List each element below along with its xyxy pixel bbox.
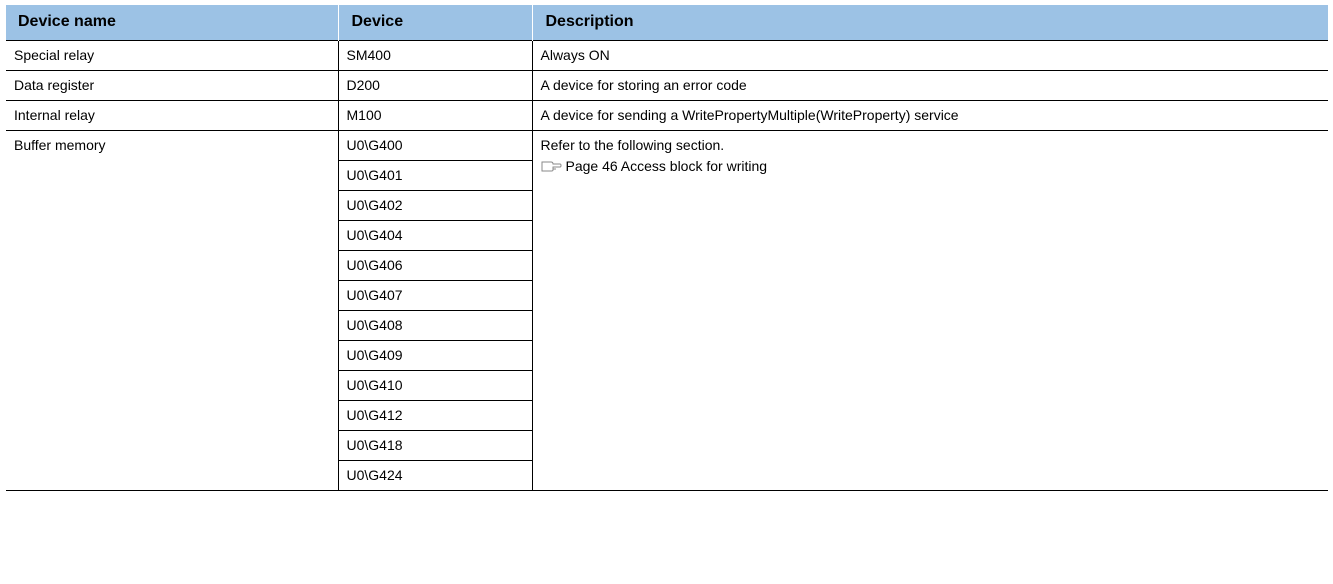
description-cell: Always ON <box>531 39 1328 71</box>
reference-intro: Refer to the following section. <box>540 136 725 153</box>
device-cell: U0\G402 <box>337 189 533 221</box>
device-cell: U0\G408 <box>337 309 533 341</box>
page-reference-icon <box>541 161 562 172</box>
device-cell: D200 <box>337 69 533 101</box>
device-name-cell: Internal relay <box>6 99 339 131</box>
table-row: Data register D200 A device for storing … <box>6 69 1328 101</box>
table-row: Special relay SM400 Always ON <box>6 39 1328 71</box>
device-cell: U0\G400 <box>337 129 533 161</box>
header-device: Device <box>337 5 533 40</box>
device-cell: SM400 <box>337 39 533 71</box>
header-description: Description <box>531 5 1329 40</box>
device-cell: M100 <box>337 99 533 131</box>
device-cell: U0\G404 <box>337 219 533 251</box>
device-name-cell: Special relay <box>6 39 339 71</box>
device-cell: U0\G409 <box>337 339 533 371</box>
device-table: Device name Device Description Special r… <box>6 5 1329 491</box>
device-name-cell: Buffer memory <box>6 129 339 491</box>
device-cell: U0\G410 <box>337 369 533 401</box>
table-row: Buffer memory U0\G400 Refer to the follo… <box>6 129 1328 491</box>
device-cell: U0\G407 <box>337 279 533 311</box>
device-cell: U0\G424 <box>337 459 533 491</box>
device-name-cell: Data register <box>6 69 339 101</box>
device-cell: U0\G418 <box>337 429 533 461</box>
device-cell: U0\G406 <box>337 249 533 281</box>
table-header-row: Device name Device Description <box>6 5 1329 40</box>
table-row: Internal relay M100 A device for sending… <box>6 99 1328 131</box>
reference-text: Page 46 Access block for writing <box>565 158 768 174</box>
device-cell: U0\G401 <box>337 159 533 191</box>
header-device-name: Device name <box>6 5 339 40</box>
page-reference-link[interactable]: Page 46 Access block for writing <box>541 157 1329 177</box>
description-cell: Refer to the following section. Page 46 … <box>531 129 1329 491</box>
description-cell: A device for storing an error code <box>531 69 1328 101</box>
description-cell: A device for sending a WritePropertyMult… <box>531 99 1328 131</box>
device-cell: U0\G412 <box>337 399 533 431</box>
